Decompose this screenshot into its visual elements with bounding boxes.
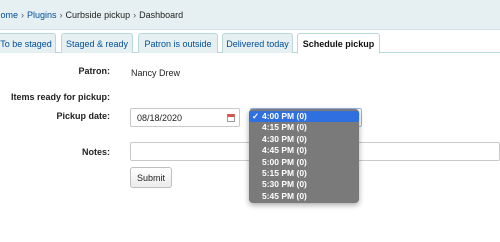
time-option-label: 4:00 PM (0) (262, 111, 307, 121)
time-option[interactable]: 4:15 PM (0) (249, 122, 359, 133)
patron-name: Nancy Drew (131, 68, 181, 78)
breadcrumb-separator: › (21, 9, 25, 20)
tab-staged-ready[interactable]: Staged & ready (61, 33, 133, 53)
time-option-selected[interactable]: ✓ 4:00 PM (0) (249, 111, 359, 123)
submit-button[interactable]: Submit (130, 167, 172, 188)
pickup-date-label: Pickup date: (56, 111, 110, 121)
time-option[interactable]: 5:15 PM (0) (249, 168, 359, 179)
breadcrumb-current: Dashboard (139, 9, 184, 20)
time-option[interactable]: 5:30 PM (0) (249, 179, 359, 190)
time-option[interactable]: 5:00 PM (0) (249, 157, 359, 168)
pickup-date-field[interactable]: 08/18/2020 (130, 108, 240, 127)
tab-bar: To be staged Staged & ready Patron is ou… (0, 30, 500, 54)
notes-label: Notes: (81, 147, 110, 157)
items-ready-label: Items ready for pickup: (10, 92, 110, 102)
calendar-icon[interactable] (227, 114, 235, 122)
tab-delivered-today[interactable]: Delivered today (222, 33, 293, 53)
breadcrumb-plugins-link[interactable]: Plugins (27, 10, 57, 20)
pickup-time-dropdown: ✓ 4:00 PM (0) 4:15 PM (0) 4:30 PM (0) 4:4… (249, 109, 359, 203)
time-option[interactable]: 5:45 PM (0) (249, 191, 359, 202)
time-option[interactable]: 4:45 PM (0) (249, 145, 359, 156)
breadcrumb-separator: › (133, 9, 137, 20)
breadcrumb-home-link[interactable]: Home (0, 10, 18, 20)
time-option[interactable]: 4:30 PM (0) (249, 134, 359, 145)
breadcrumb: Home › Plugins › Curbside pickup › Dashb… (0, 0, 500, 30)
tab-patron-outside[interactable]: Patron is outside (138, 33, 218, 53)
pickup-date-value: 08/18/2020 (137, 112, 183, 123)
checkmark-icon: ✓ (252, 111, 260, 121)
breadcrumb-separator: › (59, 9, 63, 20)
patron-label: Patron: (78, 66, 111, 76)
breadcrumb-plugin: Curbside pickup (65, 9, 131, 20)
tab-to-be-staged[interactable]: To be staged (0, 33, 56, 53)
tab-schedule-pickup[interactable]: Schedule pickup (297, 33, 380, 54)
